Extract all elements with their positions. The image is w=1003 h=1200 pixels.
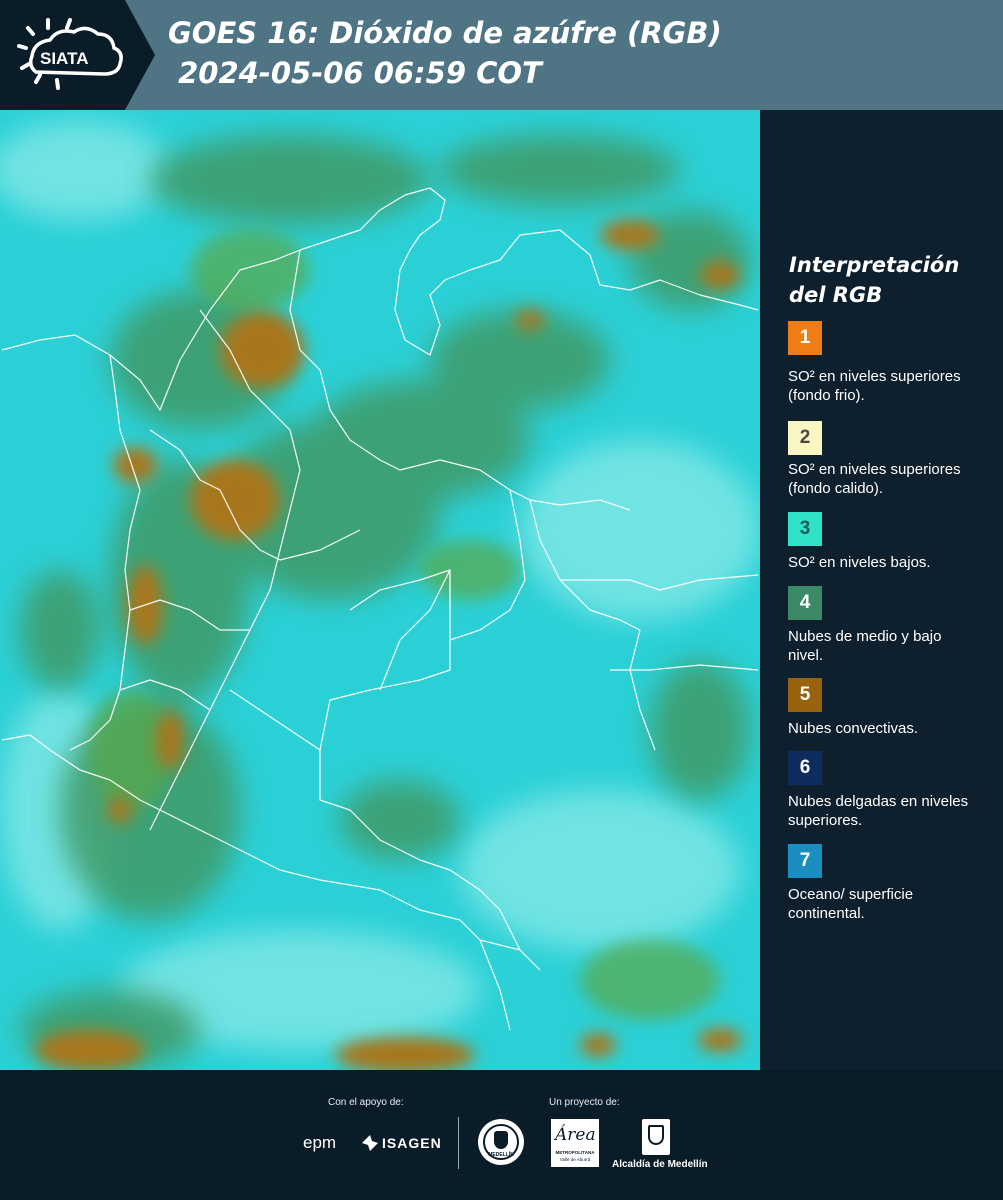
legend-text-7: Oceano/ superficie continental. [788,886,914,922]
legend-number-5: 5 [799,684,811,705]
legend-number-2: 2 [799,427,811,448]
legend-text-4: Nubes de medio y bajo nivel. [788,628,942,664]
legend-number-1: 1 [799,327,811,348]
page-title: GOES 16: Dióxido de azúfre (RGB) [168,16,722,50]
support-label: Con el apoyo de: [328,1097,404,1108]
medellin-seal-text: MEDELLÍN [488,1152,514,1158]
area-metropolitana-logo: Área METROPOLITANA Valle de Aburrá [551,1119,599,1167]
area-text-1: METROPOLITANA [555,1150,595,1155]
legend-title: Interpretación del RGB [789,250,989,310]
legend-swatch-3: 3 [788,512,822,546]
legend-swatch-5: 5 [788,678,822,712]
siata-logo: SIATA [17,18,123,90]
legend-title-line2: del RGB [789,283,883,307]
header: SIATA GOES 16: Dióxido de azúfre (RGB) 2… [0,0,1003,110]
alcaldia-shield-icon [642,1119,670,1155]
satellite-map [0,110,760,1070]
legend-number-4: 4 [799,592,811,613]
legend-swatch-6: 6 [788,751,822,785]
area-script: Área [555,1125,596,1145]
legend-text-5: Nubes convectivas. [788,720,919,737]
logo-panel: SIATA [0,0,155,110]
legend-swatch-2: 2 [788,421,822,455]
alcaldia-text: Alcaldía de Medellín [612,1159,708,1170]
legend-text-6: Nubes delgadas en niveles superiores. [788,793,969,829]
legend-text-3: SO² en niveles bajos. [788,554,931,571]
legend-swatch-7: 7 [788,844,822,878]
legend-text-1: SO² en niveles superiores (fondo frio). [788,368,961,404]
isagen-logo: ISAGEN [382,1135,442,1151]
siata-logo-text: SIATA [40,49,88,68]
legend-number-3: 3 [799,518,811,539]
epm-logo: epm [303,1133,337,1152]
isagen-logo-icon [362,1135,378,1151]
legend-number-7: 7 [799,850,811,871]
legend-text-2: SO² en niveles superiores (fondo calido)… [788,461,961,497]
satellite-image [0,110,760,1070]
page-timestamp: 2024-05-06 06:59 COT [168,56,542,90]
legend-panel: Interpretación del RGB 1 SO² en niveles … [760,110,1003,1070]
legend-title-line1: Interpretación [789,253,960,277]
legend-swatch-4: 4 [788,586,822,620]
legend-swatch-1: 1 [788,321,822,355]
medellin-seal: MEDELLÍN [478,1119,524,1165]
footer: Con el apoyo de: Un proyecto de: epm ISA… [0,1070,1003,1200]
project-label: Un proyecto de: [549,1097,620,1108]
area-text-2: Valle de Aburrá [559,1157,591,1162]
footer-divider [458,1117,459,1169]
legend-number-6: 6 [799,757,811,778]
